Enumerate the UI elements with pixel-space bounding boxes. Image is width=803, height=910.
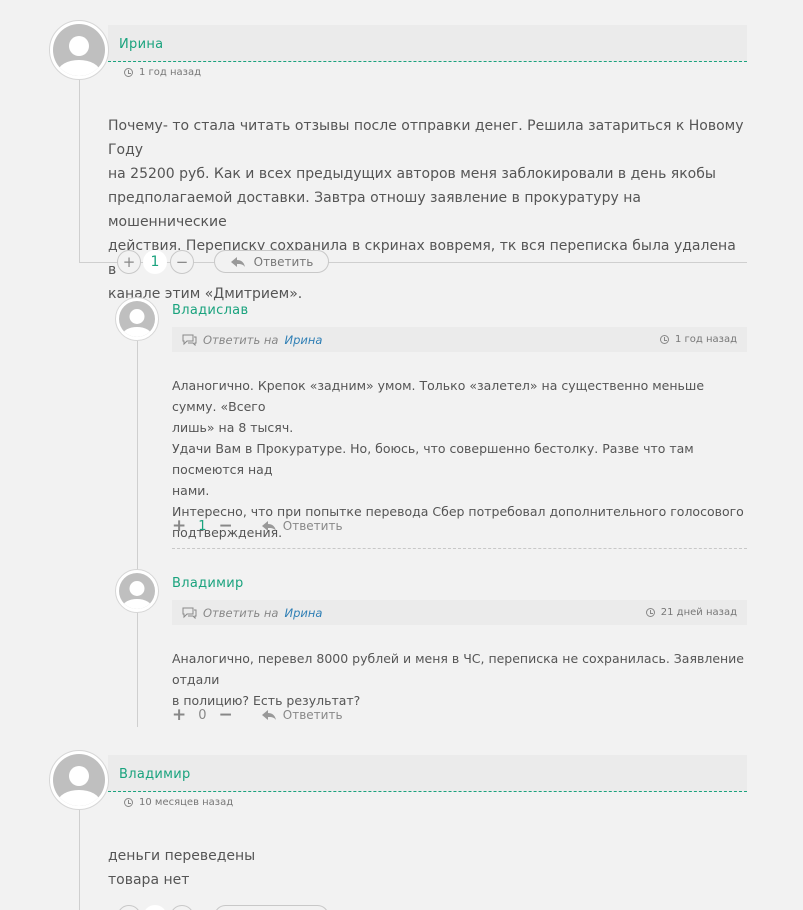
vote-count — [143, 905, 167, 910]
reply-arrow-icon — [261, 521, 276, 531]
speech-bubble-icon — [182, 607, 197, 619]
upvote-button[interactable]: + — [117, 250, 141, 274]
time-text: 21 дней назад — [660, 607, 737, 618]
reply-button[interactable]: Ответить — [261, 708, 343, 722]
thread-line — [137, 341, 138, 727]
clock-icon — [124, 798, 133, 807]
comment-author[interactable]: Владимир — [119, 767, 191, 782]
avatar[interactable] — [49, 20, 109, 80]
reply-button[interactable]: Ответить — [261, 519, 343, 533]
vote-bar: + 0 − Ответить — [172, 705, 343, 725]
downvote-button[interactable]: − — [219, 705, 233, 725]
clock-icon — [645, 608, 655, 617]
comment-text: деньги переведены товара нет — [108, 844, 748, 892]
text-line: на 25200 руб. Как и всех предыдущих авто… — [108, 166, 716, 182]
comment-text: Аналогично, перевел 8000 рублей и меня в… — [172, 648, 752, 711]
clock-icon — [659, 335, 669, 344]
text-line: Аналогично, перевел 8000 рублей и меня в… — [172, 651, 744, 687]
text-line: Удачи Вам в Прокуратуре. Но, боюсь, что … — [172, 441, 694, 477]
reply-to-link[interactable]: Ирина — [284, 606, 322, 620]
reply-button[interactable]: Ответить — [214, 250, 329, 273]
comment-time: 1 год назад — [659, 334, 737, 345]
comment-author[interactable]: Ирина — [119, 37, 163, 52]
comment-text: Почему- то стала читать отзывы после отп… — [108, 114, 748, 306]
time-text: 10 месяцев назад — [139, 797, 234, 808]
text-line: деньги переведены — [108, 848, 256, 864]
text-line: товара нет — [108, 872, 190, 888]
reply-arrow-icon — [230, 256, 245, 267]
vote-count: 1 — [198, 518, 207, 534]
text-line: Почему- то стала читать отзывы после отп… — [108, 118, 744, 158]
vote-count: 1 — [143, 250, 167, 274]
reply-button[interactable] — [214, 905, 329, 910]
text-line: действия. Переписку сохранила в скринах … — [108, 238, 736, 278]
reply-to-bar: Ответить на Ирина 21 дней назад — [172, 600, 747, 625]
downvote-button[interactable]: − — [170, 250, 194, 274]
vote-count: 0 — [198, 707, 207, 723]
minus-icon: − — [175, 253, 189, 271]
downvote-button[interactable] — [170, 905, 194, 910]
text-line: предполагаемой доставки. Завтра отношу з… — [108, 190, 641, 230]
avatar[interactable] — [115, 297, 159, 341]
comment-author[interactable]: Владимир — [172, 576, 244, 591]
thread-line — [79, 810, 80, 910]
upvote-button[interactable] — [117, 905, 141, 910]
plus-icon: + — [122, 253, 136, 271]
reply-to-link[interactable]: Ирина — [284, 333, 322, 347]
comment-time: 21 дней назад — [645, 607, 737, 618]
avatar[interactable] — [115, 569, 159, 613]
comment-header — [108, 25, 747, 62]
upvote-button[interactable]: + — [172, 516, 186, 536]
reply-arrow-icon — [261, 710, 276, 720]
reply-label: Ответить — [282, 708, 343, 722]
clock-icon — [124, 68, 133, 77]
reply-to: Ответить на Ирина — [182, 333, 322, 347]
text-line: нами. — [172, 483, 210, 498]
comment-author[interactable]: Владислав — [172, 303, 248, 318]
vote-bar: + 1 − Ответить — [172, 516, 343, 536]
reply-to-bar: Ответить на Ирина 1 год назад — [172, 327, 747, 352]
avatar[interactable] — [49, 750, 109, 810]
thread-line — [79, 80, 80, 263]
reply-label: Ответить — [253, 254, 314, 269]
reply-to: Ответить на Ирина — [182, 606, 322, 620]
comment-time: 10 месяцев назад — [124, 797, 233, 808]
speech-bubble-icon — [182, 334, 197, 346]
comment-time: 1 год назад — [124, 67, 201, 78]
time-text: 1 год назад — [139, 67, 202, 78]
reply-to-label: Ответить на — [203, 332, 279, 347]
text-line: лишь» на 8 тысяч. — [172, 420, 294, 435]
downvote-button[interactable]: − — [219, 516, 233, 536]
reply-label: Ответить — [282, 519, 343, 533]
text-line: Аланогично. Крепок «задним» умом. Только… — [172, 378, 705, 414]
time-text: 1 год назад — [674, 334, 737, 345]
comment-header — [108, 755, 747, 792]
divider — [172, 548, 747, 549]
upvote-button[interactable]: + — [172, 705, 186, 725]
reply-to-label: Ответить на — [203, 605, 279, 620]
